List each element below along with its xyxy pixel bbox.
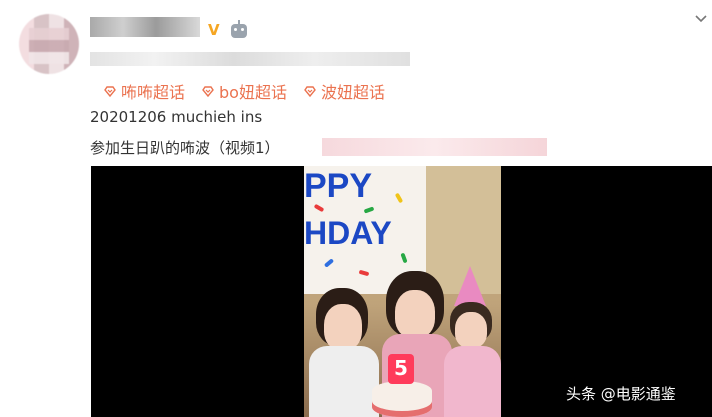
video-player[interactable]: PPY HDAY 5 bbox=[91, 166, 712, 417]
post-text-line-1: 20201206 muchieh ins bbox=[90, 108, 263, 126]
watermark: 头条 @电影通鉴 bbox=[566, 383, 676, 404]
child-center-face bbox=[395, 290, 435, 338]
topic-label: bo妞超话 bbox=[219, 83, 287, 102]
topic-link-3[interactable]: 波妞超话 bbox=[303, 79, 385, 103]
username-blurred[interactable] bbox=[90, 17, 200, 37]
topic-icon bbox=[104, 86, 116, 98]
confetti bbox=[358, 269, 370, 277]
topic-icon bbox=[202, 86, 214, 98]
watermark-text: 头条 @电影通鉴 bbox=[566, 385, 676, 403]
confetti bbox=[363, 206, 375, 214]
banner-text-bottom: HDAY bbox=[304, 215, 392, 251]
child-left-face bbox=[324, 304, 362, 350]
topic-label: 咘咘超话 bbox=[121, 83, 186, 102]
candle-number: 5 bbox=[394, 356, 408, 380]
robot-icon bbox=[231, 20, 247, 38]
party-hat bbox=[454, 266, 486, 306]
confetti bbox=[400, 252, 408, 264]
avatar[interactable] bbox=[19, 14, 79, 74]
child-right-shirt bbox=[444, 346, 501, 417]
confetti bbox=[394, 192, 404, 204]
child-right-face bbox=[455, 312, 487, 348]
vip-badge: V bbox=[208, 21, 220, 39]
topic-label: 波妞超话 bbox=[320, 83, 385, 102]
confetti bbox=[323, 258, 335, 268]
topic-link-1[interactable]: 咘咘超话 bbox=[103, 79, 185, 103]
post-meta-blurred bbox=[90, 52, 410, 66]
banner-text-top: PPY bbox=[304, 167, 373, 205]
topic-icon bbox=[304, 86, 316, 98]
post-text-line-2: 参加生日趴的咘波（视频1） bbox=[90, 139, 280, 157]
confetti bbox=[313, 203, 325, 213]
chevron-down-icon[interactable] bbox=[694, 12, 708, 26]
topic-list: 咘咘超话 bo妞超话 波妞超话 bbox=[103, 79, 385, 103]
number-candle: 5 bbox=[388, 354, 414, 384]
post-text-blurred bbox=[322, 138, 547, 156]
topic-link-2[interactable]: bo妞超话 bbox=[201, 79, 287, 103]
birthday-cake bbox=[372, 381, 432, 417]
child-left-shirt bbox=[309, 346, 379, 417]
video-frame: PPY HDAY 5 bbox=[304, 166, 501, 417]
